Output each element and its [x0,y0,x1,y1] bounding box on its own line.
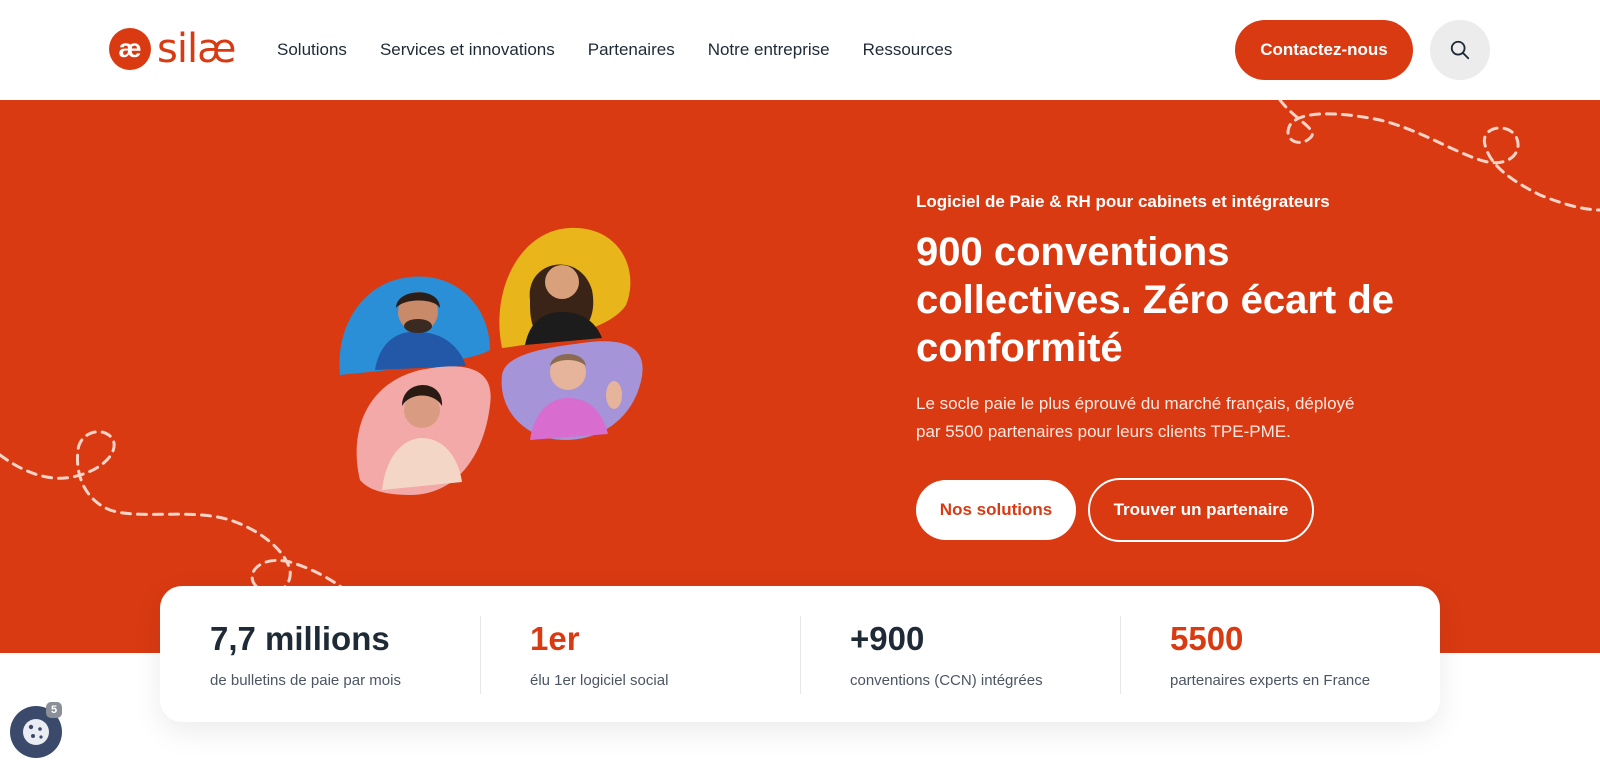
stat-partenaires: 5500 partenaires experts en France [1120,586,1440,722]
stat-premier: 1er élu 1er logiciel social [480,586,800,722]
people-photo-collage [339,227,643,495]
hero-section: Logiciel de Paie & RH pour cabinets et i… [0,100,1600,653]
stat-conventions: +900 conventions (CCN) intégrées [800,586,1120,722]
silae-logo[interactable]: æ silæ [109,26,236,72]
search-button[interactable] [1430,20,1490,80]
search-icon [1450,40,1470,60]
stat-value: 1er [530,620,580,657]
nav-item-ressources[interactable]: Ressources [863,40,953,60]
photo-man-blue [339,276,490,375]
hero-tagline: Logiciel de Paie & RH pour cabinets et i… [916,192,1330,211]
cookie-icon [23,719,49,745]
photo-man-lavender [501,341,643,440]
contact-button[interactable]: Contactez-nous [1235,20,1413,80]
photo-woman-pink [356,366,491,495]
main-nav: Solutions Services et innovations Parten… [277,40,952,60]
stat-value: 7,7 millions [210,620,390,657]
nav-item-entreprise[interactable]: Notre entreprise [708,40,830,60]
nav-item-partenaires[interactable]: Partenaires [588,40,675,60]
nav-item-solutions[interactable]: Solutions [277,40,347,60]
hero-title: 900 conventions collectives. Zéro écart … [916,230,1395,370]
logo-mark: æ [109,28,151,70]
hero-subtitle: Le socle paie le plus éprouvé du marché … [916,394,1355,441]
stat-value: 5500 [1170,620,1244,657]
nav-item-services[interactable]: Services et innovations [380,40,555,60]
stat-label: de bulletins de paie par mois [210,672,401,689]
dashed-swirl-decoration [0,100,1600,594]
stat-label: conventions (CCN) intégrées [850,672,1043,689]
site-header: æ silæ Solutions Services et innovations… [0,0,1600,100]
stat-label: partenaires experts en France [1170,672,1371,689]
cookie-count-badge: 5 [46,702,62,718]
nos-solutions-button[interactable]: Nos solutions [916,480,1076,540]
stat-bulletins: 7,7 millions de bulletins de paie par mo… [160,586,480,722]
stats-card: 7,7 millions de bulletins de paie par mo… [160,586,1440,722]
logo-text: silæ [157,26,236,72]
photo-woman-yellow [499,227,631,348]
stat-value: +900 [850,620,925,657]
stat-label: élu 1er logiciel social [530,672,669,689]
trouver-partenaire-button[interactable]: Trouver un partenaire [1088,478,1314,542]
